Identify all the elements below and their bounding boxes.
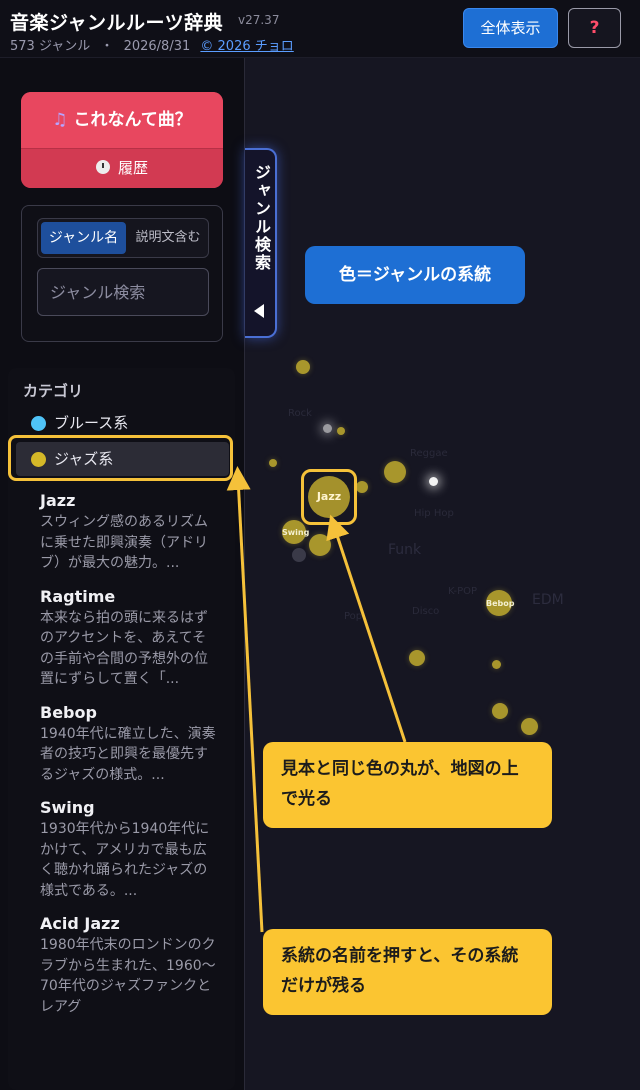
category-highlight-ring — [8, 435, 233, 481]
genre-list-item[interactable]: Jazz スウィング感のあるリズムに乗せた即興演奏（アドリブ）が最大の魅力。..… — [40, 490, 220, 574]
map-genre-dot[interactable] — [323, 424, 332, 433]
app-title: 音楽ジャンルルーツ辞典 — [10, 12, 224, 34]
clock-icon — [95, 160, 110, 174]
help-button[interactable]: ? — [568, 8, 621, 48]
map-genre-word[interactable]: Hip Hop — [414, 508, 454, 519]
genre-search-input[interactable] — [37, 268, 209, 316]
header-subline: 573 ジャンル ・ 2026/8/31 © 2026 チョロ — [10, 35, 294, 54]
genre-desc: 本来なら拍の頭に来るはずのアクセントを、あえてその手前や合間の予想外の位置にずら… — [40, 609, 208, 688]
mode-genre-name[interactable]: ジャンル名 — [41, 222, 126, 254]
glow-hint-callout: 見本と同じ色の丸が、地図の上で光る — [263, 742, 552, 828]
map-dot-label: Bebop — [486, 599, 515, 608]
genre-count: 573 ジャンル — [10, 39, 91, 54]
map-genre-word[interactable]: Funk — [388, 542, 421, 558]
genre-desc: 1980年代末のロンドンのクラブから生まれた、1960〜70年代のジャズファンク… — [40, 937, 216, 1015]
genre-desc: 1930年代から1940年代にかけて、アメリカで最も広く聴かれ踊られたジャズの様… — [40, 821, 210, 899]
genre-desc: 1940年代に確立した、演奏者の技巧と即興を最優先するジャズの様式。... — [40, 725, 216, 783]
map-genre-word[interactable]: Pop — [344, 611, 362, 622]
quiz-button[interactable]: ♫ これなんて曲？ — [21, 92, 223, 148]
genre-name: Bebop — [40, 702, 97, 722]
app-header: 音楽ジャンルルーツ辞典 v27.37 573 ジャンル ・ 2026/8/31 … — [0, 0, 640, 58]
music-note-icon: ♫ — [52, 110, 68, 130]
map-jazz-node[interactable]: Jazz — [308, 476, 350, 518]
blues-swatch-icon — [31, 416, 46, 431]
genre-name: Jazz — [40, 491, 76, 510]
collapse-arrow-icon — [254, 304, 264, 318]
app-version: v27.37 — [238, 13, 280, 27]
genre-list: Jazz スウィング感のあるリズムに乗せた即興演奏（アドリブ）が最大の魅力。..… — [40, 490, 220, 1029]
mode-include-desc[interactable]: 説明文含む — [128, 222, 208, 254]
map-genre-dot[interactable] — [337, 427, 345, 435]
color-legend-callout: 色＝ジャンルの系統 — [305, 246, 525, 304]
map-genre-dot[interactable] — [292, 548, 306, 562]
quiz-button-label: これなんて曲？ — [73, 110, 192, 130]
genre-desc: スウィング感のあるリズムに乗せた即興演奏（アドリブ）が最大の魅力。... — [40, 514, 208, 571]
genre-list-item[interactable]: Ragtime 本来なら拍の頭に来るはずのアクセントを、あえてその手前や合間の予… — [40, 586, 220, 690]
copyright-link[interactable]: © 2026 チョロ — [200, 39, 293, 54]
map-genre-dot[interactable] — [409, 650, 425, 666]
map-genre-word[interactable]: Rock — [288, 408, 312, 419]
map-genre-dot[interactable] — [269, 459, 277, 467]
map-genre-dot[interactable] — [521, 718, 538, 735]
category-label: ブルース系 — [54, 414, 129, 432]
map-genre-dot[interactable] — [492, 703, 508, 719]
map-genre-word[interactable]: EDM — [532, 592, 564, 608]
map-genre-dot[interactable] — [384, 461, 406, 483]
map-genre-dot[interactable] — [429, 477, 438, 486]
map-genre-dot[interactable] — [309, 534, 331, 556]
genre-list-item[interactable]: Swing 1930年代から1940年代にかけて、アメリカで最も広く聴かれ踊られ… — [40, 797, 220, 901]
show-all-button[interactable]: 全体表示 — [463, 8, 558, 48]
map-dot-label: Swing — [282, 528, 310, 537]
map-genre-word[interactable]: Reggae — [410, 448, 448, 459]
map-genre-dot[interactable] — [492, 660, 501, 669]
search-tab-label: ジャンル検索 — [252, 164, 271, 272]
genre-name: Swing — [40, 798, 95, 817]
map-genre-dot[interactable] — [296, 360, 310, 374]
history-label: 履歴 — [117, 159, 148, 177]
map-genre-word[interactable]: Disco — [412, 606, 439, 617]
quiz-card: ♫ これなんて曲？ 履歴 — [21, 92, 223, 188]
genre-name: Acid Jazz — [40, 914, 120, 933]
genre-name: Ragtime — [40, 586, 116, 606]
search-mode-toggle: ジャンル名 説明文含む — [37, 218, 209, 258]
genre-list-item[interactable]: Acid Jazz 1980年代末のロンドンのクラブから生まれた、1960〜70… — [40, 913, 220, 1017]
category-title: カテゴリ — [23, 382, 84, 400]
map-genre-word[interactable]: K-POP — [448, 586, 477, 597]
genre-search-tab[interactable]: ジャンル検索 — [245, 148, 277, 338]
genre-list-item[interactable]: Bebop 1940年代に確立した、演奏者の技巧と即興を最優先するジャズの様式。… — [40, 702, 220, 786]
filter-hint-callout: 系統の名前を押すと、その系統だけが残る — [263, 929, 552, 1015]
history-button[interactable]: 履歴 — [21, 148, 223, 188]
map-genre-dot[interactable] — [356, 481, 368, 493]
separator: ・ — [100, 39, 114, 54]
update-date: 2026/8/31 — [123, 39, 191, 54]
search-panel: ジャンル名 説明文含む — [21, 205, 223, 342]
